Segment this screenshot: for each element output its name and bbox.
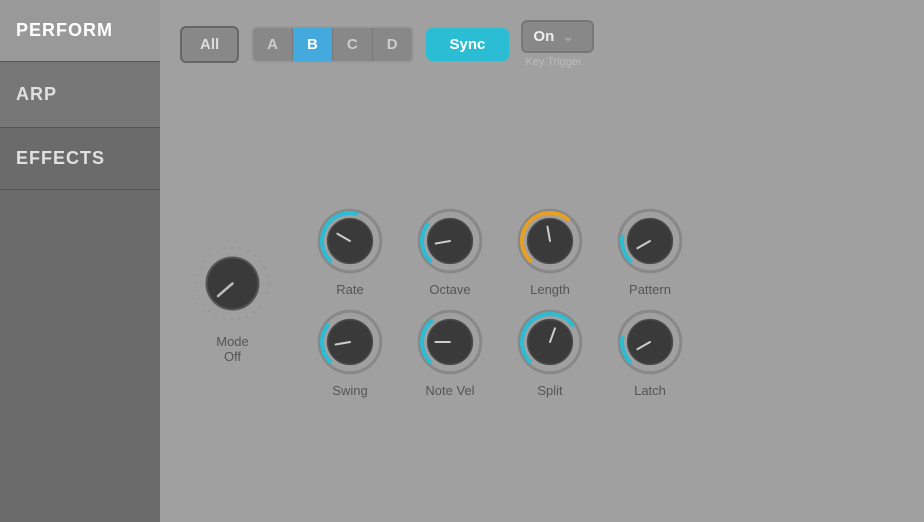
knob-label: Split bbox=[537, 383, 562, 398]
knob-cell-pattern: Pattern bbox=[605, 206, 695, 297]
key-trigger-wrap: On ⌄ Key Trigger bbox=[521, 20, 594, 68]
knob-label: Pattern bbox=[629, 282, 671, 297]
sidebar-item-arp[interactable]: ARP bbox=[0, 62, 160, 128]
key-trigger-value: On bbox=[533, 28, 554, 45]
key-trigger-select[interactable]: On ⌄ bbox=[521, 20, 594, 53]
knob-label: Length bbox=[530, 282, 570, 297]
knob-grid: Rate Octave Length Pattern Swing bbox=[305, 206, 695, 398]
chevron-down-icon: ⌄ bbox=[562, 28, 574, 45]
knob-label: Note Vel bbox=[425, 383, 474, 398]
knob-svg[interactable] bbox=[515, 206, 585, 276]
mode-label: Mode Off bbox=[216, 334, 249, 364]
letter-group: A B C D bbox=[251, 26, 413, 63]
knob-cell-latch: Latch bbox=[605, 307, 695, 398]
sidebar-item-effects[interactable]: EFFECTS bbox=[0, 128, 160, 190]
knob-cell-split: Split bbox=[505, 307, 595, 398]
knob-cell-swing: Swing bbox=[305, 307, 395, 398]
mode-knob-wrap: Mode Off bbox=[190, 241, 275, 364]
knobs-area: Mode Off Rate Octave bbox=[180, 92, 904, 512]
all-button[interactable]: All bbox=[180, 26, 239, 63]
knob-cell-rate: Rate bbox=[305, 206, 395, 297]
btn-b[interactable]: B bbox=[293, 28, 333, 61]
knob-svg[interactable] bbox=[315, 307, 385, 377]
knob-cell-note-vel: Note Vel bbox=[405, 307, 495, 398]
mode-knob[interactable] bbox=[190, 241, 275, 326]
sync-button[interactable]: Sync bbox=[426, 28, 510, 61]
main-content: All A B C D Sync On ⌄ Key Trigger bbox=[160, 0, 924, 522]
btn-a[interactable]: A bbox=[253, 28, 293, 61]
knob-svg[interactable] bbox=[615, 307, 685, 377]
sidebar: PERFORM ARP EFFECTS bbox=[0, 0, 160, 522]
key-trigger-label: Key Trigger bbox=[525, 56, 581, 68]
knob-cell-octave: Octave bbox=[405, 206, 495, 297]
sidebar-item-perform[interactable]: PERFORM bbox=[0, 0, 160, 62]
knob-label: Latch bbox=[634, 383, 666, 398]
knob-svg[interactable] bbox=[615, 206, 685, 276]
btn-d[interactable]: D bbox=[373, 28, 412, 61]
knob-label: Octave bbox=[429, 282, 470, 297]
knob-cell-length: Length bbox=[505, 206, 595, 297]
btn-c[interactable]: C bbox=[333, 28, 373, 61]
knob-svg[interactable] bbox=[315, 206, 385, 276]
knob-svg[interactable] bbox=[515, 307, 585, 377]
knob-label: Rate bbox=[336, 282, 363, 297]
top-bar: All A B C D Sync On ⌄ Key Trigger bbox=[180, 20, 904, 68]
knob-label: Swing bbox=[332, 383, 367, 398]
knob-svg[interactable] bbox=[415, 206, 485, 276]
knob-svg[interactable] bbox=[415, 307, 485, 377]
